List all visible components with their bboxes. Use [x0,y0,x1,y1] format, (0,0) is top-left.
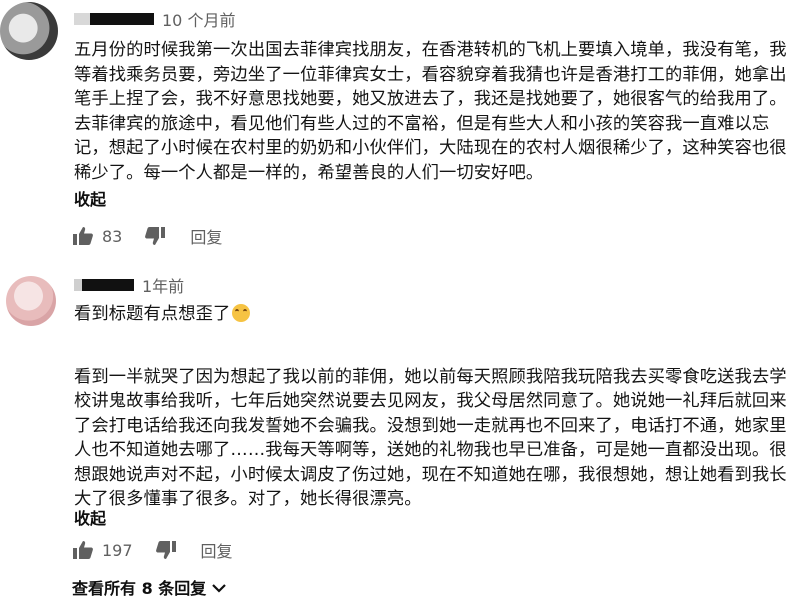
comment-actions: 197 回复 [72,536,233,564]
view-replies-label: 查看所有 8 条回复 [72,579,207,598]
comment-meta: 1年前 [74,274,184,296]
thumbs-down-icon[interactable] [155,540,177,560]
comment-text-body: 看到一半就哭了因为想起了我以前的菲佣，她以前每天照顾我陪我玩陪我去买零食吃送我去… [74,366,787,510]
view-replies-button[interactable]: 查看所有 8 条回复 [72,575,227,599]
comment-text-line1-body: 看到标题有点想歪了 [74,304,231,324]
like-count: 83 [102,226,123,246]
thumbs-up-icon[interactable] [72,226,94,246]
comment-text: 五月份的时候我第一次出国去菲律宾找朋友，在香港转机的飞机上要填入境单，我没有笔，… [74,38,790,185]
like-count: 197 [102,540,133,560]
username-redacted[interactable] [74,13,154,25]
thumbs-down-icon[interactable] [144,226,166,246]
comment-text-body: 五月份的时候我第一次出国去菲律宾找朋友，在香港转机的飞机上要填入境单，我没有笔，… [74,40,787,183]
collapse-button[interactable]: 收起 [74,505,106,529]
comment-time[interactable]: 10 个月前 [162,7,235,31]
thumbs-up-icon[interactable] [72,540,94,560]
chevron-down-icon [212,578,227,597]
comment-meta: 10 个月前 [74,8,235,30]
username-redacted[interactable] [74,279,134,291]
comment-text: 看到标题有点想歪了 看到一半就哭了因为想起了我以前的菲佣，她以前每天照顾我陪我玩… [74,302,790,512]
avatar[interactable] [0,2,58,60]
reply-button[interactable]: 回复 [201,538,233,562]
collapse-button[interactable]: 收起 [74,186,106,210]
avatar[interactable] [6,276,56,326]
reply-button[interactable]: 回复 [190,224,222,248]
comment-text-line1: 看到标题有点想歪了 [74,302,790,327]
comment-actions: 83 回复 [72,222,222,250]
comment-time[interactable]: 1年前 [142,273,184,297]
grinning-sweat-emoji-icon [232,304,251,322]
